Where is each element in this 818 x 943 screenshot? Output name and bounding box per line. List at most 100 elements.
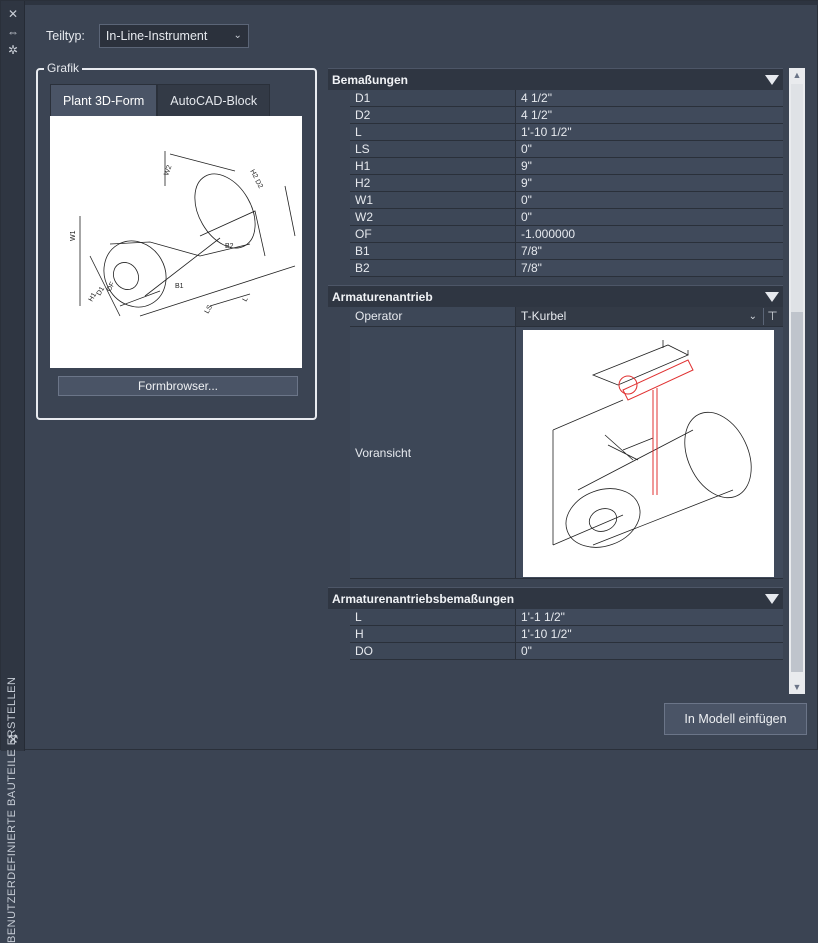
scroll-up-icon[interactable]: ▲ (789, 68, 805, 82)
scroll-down-icon[interactable]: ▼ (789, 680, 805, 694)
prop-value[interactable]: -1.000000 (516, 226, 783, 242)
table-row: B1 7/8" (350, 243, 783, 260)
grafik-group: Grafik Plant 3D-Form AutoCAD-Block W1 W2… (36, 61, 317, 420)
svg-text:H2: H2 (248, 169, 259, 180)
chevron-down-icon: ⌄ (748, 311, 757, 322)
table-row: D1 4 1/2" (350, 90, 783, 107)
instrument-drawing: W1 W2 D2 H2 B2 B1 H1 D1 OF LS L (70, 151, 296, 317)
insert-into-model-button[interactable]: In Modell einfügen (664, 703, 807, 735)
svg-text:L: L (242, 296, 250, 303)
prop-key: DO (350, 643, 516, 659)
settings-icon[interactable]: ✲ (6, 43, 20, 57)
antriebsbemassungen-rows: L 1'-1 1/2" H 1'-10 1/2" DO 0" (328, 609, 783, 660)
palette-strip: ✕ ⇔ ✲ BENUTZERDEFINIERTE BAUTEILE ERSTEL… (1, 1, 25, 943)
svg-text:B1: B1 (175, 283, 184, 290)
operator-row: Operator T-Kurbel ⌄ ⊤ (350, 307, 783, 327)
svg-text:OF: OF (106, 281, 117, 293)
palette-title: BENUTZERDEFINIERTE BAUTEILE ERSTELLEN (4, 483, 22, 943)
svg-text:D1: D1 (96, 286, 107, 297)
prop-value[interactable]: 9" (516, 175, 783, 191)
prop-value[interactable]: 0" (516, 209, 783, 225)
operator-value: T-Kurbel (521, 309, 567, 323)
table-row: W1 0" (350, 192, 783, 209)
shape-preview-image: W1 W2 D2 H2 B2 B1 H1 D1 OF LS L (50, 116, 302, 368)
category-title: Armaturenantrieb (332, 290, 433, 304)
table-row: L 1'-1 1/2" (350, 609, 783, 626)
prop-value[interactable]: 4 1/2" (516, 90, 783, 106)
grafik-legend: Grafik (44, 61, 83, 75)
operator-preview-image (523, 330, 774, 577)
palette-icon[interactable]: ⚒ (6, 732, 20, 746)
table-row: DO 0" (350, 643, 783, 660)
close-icon[interactable]: ✕ (6, 7, 20, 21)
tab-autocad-block[interactable]: AutoCAD-Block (157, 84, 271, 116)
teiltyp-label: Teiltyp: (46, 29, 85, 43)
operator-label: Operator (350, 307, 516, 326)
prop-value[interactable]: 1'-10 1/2" (516, 626, 783, 642)
t-crank-drawing (552, 340, 752, 548)
chevron-down-icon: ⌄ (233, 30, 242, 41)
svg-text:D2: D2 (253, 179, 264, 190)
prop-value[interactable]: 1'-1 1/2" (516, 609, 783, 625)
prop-key: W1 (350, 192, 516, 208)
teiltyp-select[interactable]: In-Line-Instrument ⌄ (98, 24, 249, 48)
prop-value[interactable]: 7/8" (516, 260, 783, 276)
scroll-track (791, 84, 803, 312)
category-antriebsbemassungen[interactable]: Armaturenantriebsbemaßungen (328, 587, 783, 609)
operator-select[interactable]: T-Kurbel ⌄ ⊤ (516, 307, 783, 326)
teiltyp-row: Teiltyp: In-Line-Instrument ⌄ (46, 24, 249, 48)
tab-plant-3d-form[interactable]: Plant 3D-Form (50, 84, 158, 116)
prop-key: D2 (350, 107, 516, 123)
table-row: L 1'-10 1/2" (350, 124, 783, 141)
pushpin-icon[interactable]: ⊤ (763, 308, 781, 325)
prop-key: H2 (350, 175, 516, 191)
prop-key: L (350, 609, 516, 625)
prop-value[interactable]: 9" (516, 158, 783, 174)
scroll-thumb[interactable] (791, 312, 803, 672)
preview-label: Voransicht (350, 327, 516, 578)
category-title: Armaturenantriebsbemaßungen (332, 592, 515, 606)
prop-key: OF (350, 226, 516, 242)
prop-value[interactable]: 0" (516, 192, 783, 208)
property-grid: Bemaßungen D1 4 1/2" D2 4 1/2" L 1'-10 1/2"… (328, 68, 783, 694)
table-row: H2 9" (350, 175, 783, 192)
category-bemassungen[interactable]: Bemaßungen (328, 68, 783, 90)
prop-value[interactable]: 1'-10 1/2" (516, 124, 783, 140)
teiltyp-value: In-Line-Instrument (105, 29, 208, 43)
prop-key: W2 (350, 209, 516, 225)
main-panel: Teiltyp: In-Line-Instrument ⌄ Grafik Pla… (26, 6, 814, 738)
category-armaturenantrieb[interactable]: Armaturenantrieb (328, 285, 783, 307)
prop-value[interactable]: 0" (516, 643, 783, 659)
table-row: H1 9" (350, 158, 783, 175)
prop-key: H (350, 626, 516, 642)
category-title: Bemaßungen (332, 73, 409, 87)
svg-text:W1: W1 (70, 230, 77, 241)
title-bar (1, 1, 818, 5)
vertical-scrollbar[interactable]: ▲ ▼ (789, 68, 805, 694)
table-row: H 1'-10 1/2" (350, 626, 783, 643)
table-row: D2 4 1/2" (350, 107, 783, 124)
prop-value[interactable]: 4 1/2" (516, 107, 783, 123)
prop-key: D1 (350, 90, 516, 106)
table-row: LS 0" (350, 141, 783, 158)
palette-title-text: BENUTZERDEFINIERTE BAUTEILE ERSTELLEN (6, 676, 18, 943)
grafik-tabs: Plant 3D-Form AutoCAD-Block (50, 84, 271, 116)
prop-key: LS (350, 141, 516, 157)
prop-value[interactable]: 0" (516, 141, 783, 157)
preview-cell (516, 327, 783, 578)
table-row: W2 0" (350, 209, 783, 226)
collapse-icon[interactable] (765, 292, 779, 302)
prop-key: H1 (350, 158, 516, 174)
formbrowser-button[interactable]: Formbrowser... (58, 376, 298, 396)
prop-value[interactable]: 7/8" (516, 243, 783, 259)
collapse-icon[interactable] (765, 75, 779, 85)
collapse-icon[interactable] (765, 594, 779, 604)
palette-window: ✕ ⇔ ✲ BENUTZERDEFINIERTE BAUTEILE ERSTEL… (0, 0, 818, 943)
prop-key: L (350, 124, 516, 140)
pin-icon[interactable]: ⇔ (6, 25, 20, 39)
bemassungen-rows: D1 4 1/2" D2 4 1/2" L 1'-10 1/2" LS 0" H1 9" … (328, 90, 783, 277)
prop-key: B1 (350, 243, 516, 259)
svg-text:B2: B2 (225, 243, 234, 250)
